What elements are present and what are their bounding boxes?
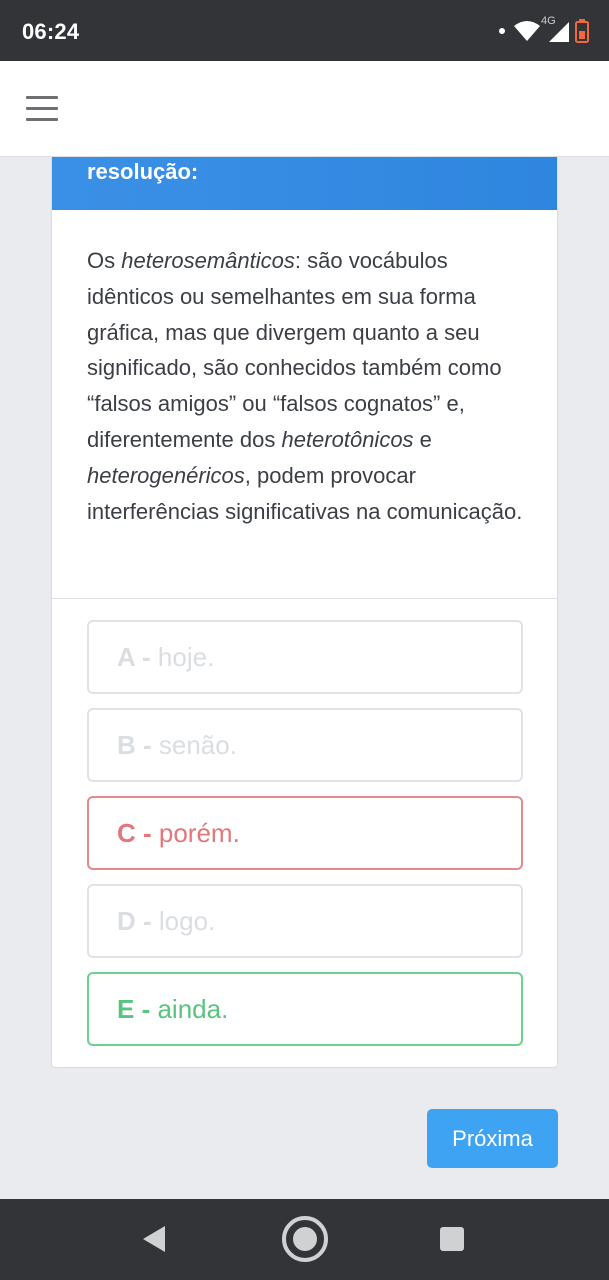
home-circle-icon[interactable] [281, 1215, 329, 1263]
notification-dot-icon [499, 28, 505, 34]
network-indicator: 4G [541, 15, 571, 44]
battery-low-icon [575, 19, 589, 43]
divider [52, 598, 557, 599]
recent-apps-square-icon[interactable] [440, 1227, 464, 1251]
status-time: 06:24 [22, 19, 80, 44]
option-label: B - senão. [117, 730, 237, 761]
question-card: resolução: Os heterosemânticos: são vocá… [51, 157, 558, 1068]
option-a[interactable]: A - hoje. [87, 620, 523, 694]
option-separator: - [134, 994, 158, 1024]
system-nav-bar [0, 1199, 609, 1280]
resolution-text: Os heterosemânticos: são vocábulos idênt… [87, 243, 527, 529]
wifi-icon [514, 21, 540, 41]
option-text: ainda. [157, 994, 229, 1024]
option-separator: - [134, 642, 158, 672]
option-label: A - hoje. [117, 642, 214, 673]
option-text: hoje. [157, 642, 215, 672]
card-title: resolução: [87, 159, 199, 184]
option-text: porém. [158, 818, 240, 848]
option-label: D - logo. [117, 906, 215, 937]
option-d[interactable]: D - logo. [87, 884, 523, 958]
option-b[interactable]: B - senão. [87, 708, 523, 782]
option-label: C - porém. [117, 818, 240, 849]
next-button[interactable]: Próxima [427, 1109, 558, 1168]
back-triangle-icon[interactable] [141, 1224, 167, 1254]
option-separator: - [135, 818, 159, 848]
option-letter: A [117, 642, 135, 672]
option-separator: - [135, 906, 159, 936]
term-heterogenericos: heterogenéricos [87, 462, 245, 488]
option-text: senão. [158, 730, 237, 760]
status-bar: 06:24 4G [0, 0, 609, 61]
signal-icon [549, 22, 569, 42]
status-icons: 4G [499, 15, 589, 44]
resolution-text-part: : são vocábulos idênticos ou semelhantes… [87, 248, 502, 452]
option-text: logo. [158, 906, 216, 936]
option-label: E - ainda. [117, 994, 228, 1025]
term-heterotonicos: heterotônicos [281, 426, 414, 452]
option-letter: C [117, 818, 136, 848]
hamburger-menu-icon[interactable] [26, 94, 58, 122]
option-letter: D [117, 906, 136, 936]
option-letter: E [117, 994, 135, 1024]
resolution-text-part: Os [87, 248, 122, 273]
app-header [0, 61, 609, 157]
resolution-text-part: e [413, 426, 432, 452]
term-heterosemanticos: heterosemânticos [121, 248, 295, 273]
option-separator: - [135, 730, 159, 760]
card-header: resolução: [52, 157, 557, 210]
option-c[interactable]: C - porém. [87, 796, 523, 870]
option-letter: B [117, 730, 136, 760]
option-e[interactable]: E - ainda. [87, 972, 523, 1046]
